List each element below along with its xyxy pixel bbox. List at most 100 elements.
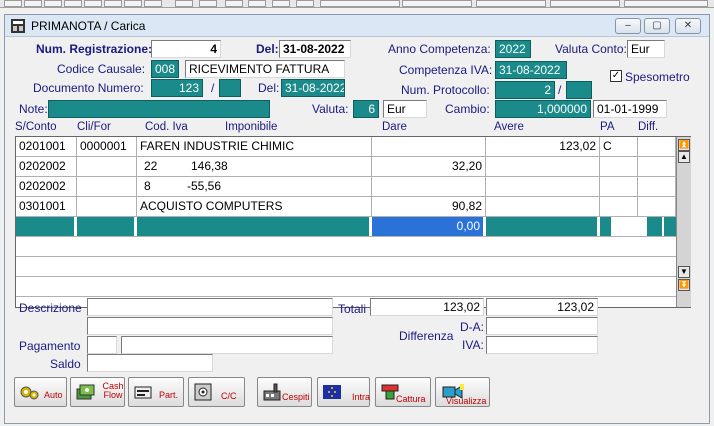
- description-cell[interactable]: ACQUISTO COMPUTERS: [137, 197, 372, 216]
- outer-toolbar-field[interactable]: [624, 0, 708, 7]
- documento-numero-field[interactable]: 123: [151, 79, 203, 97]
- num-registrazione-field[interactable]: 4: [151, 40, 221, 58]
- valuta-conto-field[interactable]: Eur: [627, 40, 665, 58]
- clifor-cell[interactable]: [77, 177, 137, 196]
- document-date-field[interactable]: 31-08-2022: [281, 79, 345, 97]
- descrizione-field-2[interactable]: [87, 317, 333, 335]
- cambio-date-field[interactable]: 01-01-1999: [593, 100, 667, 118]
- avere-cell[interactable]: [486, 217, 600, 236]
- diff-cell[interactable]: [638, 197, 676, 216]
- outer-toolbar-button[interactable]: [64, 0, 82, 7]
- maximize-button[interactable]: ▢: [644, 18, 670, 34]
- valuta-field[interactable]: Eur: [383, 100, 427, 118]
- outer-toolbar-button[interactable]: [175, 0, 193, 7]
- sconto-cell[interactable]: 0202002: [16, 157, 77, 176]
- dare-cell[interactable]: 0,00: [372, 217, 486, 236]
- outer-toolbar-button[interactable]: [84, 0, 102, 7]
- causale-description-field[interactable]: RICEVIMENTO FATTURA: [185, 60, 345, 78]
- cambio-field[interactable]: 1,000000: [495, 100, 591, 118]
- cash-flow-button[interactable]: Cash Flow: [70, 377, 125, 407]
- description-cell[interactable]: [137, 217, 372, 236]
- cespiti-button[interactable]: Cespiti: [257, 377, 312, 407]
- pa-edit-cell[interactable]: [614, 217, 650, 236]
- pa-cell[interactable]: [600, 217, 614, 236]
- partite-button[interactable]: Part.: [128, 377, 184, 407]
- outer-toolbar-field[interactable]: [476, 0, 546, 7]
- table-row[interactable]: 0301001 ACQUISTO COMPUTERS 90,82: [16, 197, 676, 217]
- diff-cell[interactable]: [650, 217, 664, 236]
- scroll-bottom-icon[interactable]: ⏬: [678, 279, 690, 291]
- diff-cell[interactable]: [638, 177, 676, 196]
- table-row[interactable]: [16, 257, 676, 277]
- avere-cell[interactable]: [486, 177, 600, 196]
- pagamento-code-field[interactable]: [87, 336, 117, 354]
- scroll-top-icon[interactable]: ⏫: [678, 139, 690, 151]
- dare-cell[interactable]: 90,82: [372, 197, 486, 216]
- table-row[interactable]: 0202002 8 -55,56: [16, 177, 676, 197]
- sconto-cell[interactable]: [16, 217, 77, 236]
- anno-competenza-field[interactable]: 2022: [495, 40, 531, 58]
- pa-cell[interactable]: [600, 157, 638, 176]
- competenza-iva-field[interactable]: 31-08-2022: [495, 61, 567, 79]
- dare-cell[interactable]: [372, 137, 486, 156]
- pagamento-desc-field[interactable]: [121, 336, 333, 354]
- table-row[interactable]: [16, 237, 676, 257]
- outer-toolbar-button[interactable]: [44, 0, 62, 7]
- outer-toolbar-button[interactable]: [199, 0, 217, 7]
- auto-button[interactable]: Auto: [14, 377, 67, 407]
- scroll-down-icon[interactable]: ▼: [678, 266, 690, 278]
- clifor-cell[interactable]: [77, 157, 137, 176]
- pa-cell[interactable]: [600, 197, 638, 216]
- iva-cell[interactable]: 22 146,38: [137, 157, 372, 176]
- clifor-cell[interactable]: [77, 197, 137, 216]
- intra-button[interactable]: Intra: [317, 377, 370, 407]
- note-field[interactable]: [48, 100, 270, 118]
- descrizione-field[interactable]: [87, 298, 333, 316]
- scroll-up-icon[interactable]: ▲: [678, 151, 690, 163]
- outer-toolbar-button[interactable]: [104, 0, 122, 7]
- outer-toolbar-button[interactable]: [225, 0, 243, 7]
- outer-toolbar-button[interactable]: [248, 0, 266, 7]
- codice-causale-field[interactable]: 008: [151, 60, 179, 78]
- active-table-row[interactable]: 0,00: [16, 217, 676, 237]
- num-protocollo-field[interactable]: 2: [495, 81, 555, 99]
- clifor-cell[interactable]: [77, 217, 137, 236]
- cc-button[interactable]: C/C: [188, 377, 245, 407]
- outer-toolbar-field[interactable]: [402, 0, 472, 7]
- outer-toolbar-button[interactable]: [272, 0, 290, 7]
- outer-toolbar-button[interactable]: [24, 0, 42, 7]
- avere-cell[interactable]: 123,02: [486, 137, 600, 156]
- avere-cell[interactable]: [486, 157, 600, 176]
- outer-toolbar-button[interactable]: [144, 0, 162, 7]
- grid-scrollbar[interactable]: ⏫ ▲ ▼ ⏬: [676, 137, 691, 307]
- dare-cell[interactable]: [372, 177, 486, 196]
- diff-cell[interactable]: [638, 157, 676, 176]
- table-row[interactable]: [16, 277, 676, 297]
- outer-toolbar-field[interactable]: [320, 0, 400, 7]
- outer-toolbar-button[interactable]: [4, 0, 22, 7]
- spesometro-checkbox[interactable]: ✓: [610, 70, 622, 82]
- clifor-cell[interactable]: 0000001: [77, 137, 137, 156]
- table-row[interactable]: 0201001 0000001 FAREN INDUSTRIE CHIMIC 1…: [16, 137, 676, 157]
- pa-cell[interactable]: [600, 177, 638, 196]
- registration-date-field[interactable]: 31-08-2022: [279, 40, 351, 58]
- valuta-number-field[interactable]: 6: [353, 100, 379, 118]
- outer-toolbar-button[interactable]: [124, 0, 142, 7]
- documento-suffix-field[interactable]: [219, 79, 241, 97]
- sconto-cell[interactable]: 0301001: [16, 197, 77, 216]
- outer-toolbar-field[interactable]: [550, 0, 620, 7]
- table-row[interactable]: 0202002 22 146,38 32,20: [16, 157, 676, 177]
- dare-cell[interactable]: 32,20: [372, 157, 486, 176]
- cattura-button[interactable]: Cattura: [375, 377, 431, 407]
- protocollo-suffix-field[interactable]: [566, 81, 592, 99]
- description-cell[interactable]: FAREN INDUSTRIE CHIMIC: [137, 137, 372, 156]
- avere-cell[interactable]: [486, 197, 600, 216]
- outer-toolbar-button[interactable]: [296, 0, 314, 7]
- minimize-button[interactable]: ‒: [615, 18, 641, 34]
- sconto-cell[interactable]: 0202002: [16, 177, 77, 196]
- iva-cell[interactable]: 8 -55,56: [137, 177, 372, 196]
- diff-cell[interactable]: [638, 137, 676, 156]
- sconto-cell[interactable]: 0201001: [16, 137, 77, 156]
- close-button[interactable]: ✕: [675, 18, 701, 34]
- visualizza-button[interactable]: Visualizza: [435, 377, 490, 407]
